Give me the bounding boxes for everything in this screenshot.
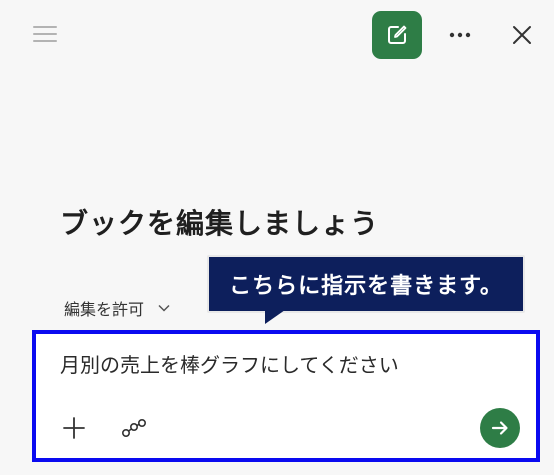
chevron-down-icon [158, 304, 170, 312]
add-button[interactable] [58, 412, 90, 444]
page-title: ブックを編集しましょう [60, 207, 380, 240]
copilot-pane: ブックを編集しましょう 編集を許可 こちらに指示を書きます。 [0, 0, 554, 475]
prompt-input[interactable] [60, 352, 500, 375]
edit-compose-icon [388, 25, 407, 44]
more-options-button[interactable] [444, 20, 476, 50]
prompt-composer [32, 330, 540, 462]
link-nodes-icon [121, 418, 146, 438]
edit-permission-label: 編集を許可 [64, 300, 145, 319]
connect-button[interactable] [118, 412, 150, 444]
edit-permission-dropdown[interactable]: 編集を許可 [64, 296, 170, 320]
close-icon [513, 26, 531, 44]
instruction-callout: こちらに指示を書きます。 [207, 255, 525, 313]
hamburger-menu-icon[interactable] [30, 22, 60, 46]
arrow-right-icon [491, 421, 508, 435]
more-dots-icon [449, 32, 471, 38]
callout-tail [265, 310, 285, 324]
new-chat-button[interactable] [372, 11, 422, 59]
send-button[interactable] [480, 408, 520, 448]
close-button[interactable] [505, 18, 539, 52]
plus-icon [63, 417, 85, 439]
